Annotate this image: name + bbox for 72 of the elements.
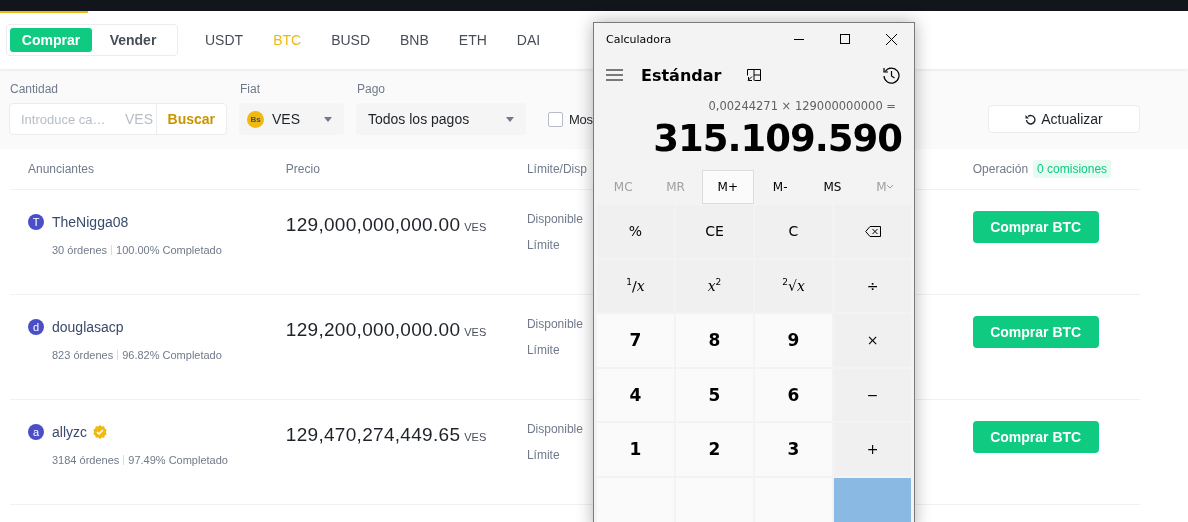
- avatar: T: [28, 214, 44, 230]
- maximize-icon: [840, 34, 850, 44]
- calculator-key[interactable]: 2: [676, 423, 753, 476]
- refresh-icon: [1025, 113, 1037, 125]
- price: 129,200,000,000.00: [285, 319, 461, 340]
- completion-rate: 97.49% Completado: [128, 454, 228, 466]
- fee-badge: 0 comisiones: [1033, 160, 1112, 178]
- order-count: 3184 órdenes: [52, 454, 120, 466]
- field-label: Cantidad: [9, 82, 60, 96]
- calculator-key[interactable]: 1: [597, 423, 674, 476]
- order-count: 30 órdenes: [52, 244, 108, 256]
- currency-label: VES: [464, 431, 487, 443]
- refresh-button[interactable]: Actualizar: [988, 105, 1140, 133]
- trade-type-tab[interactable]: Vender: [92, 28, 174, 52]
- price: 129,000,000,000.00: [285, 214, 461, 235]
- currency-label: VES: [464, 221, 487, 233]
- fiat-dropdown[interactable]: Bs VES: [239, 103, 344, 135]
- column-header: Operación: [972, 162, 1029, 176]
- avatar: a: [28, 424, 44, 440]
- history-icon: [882, 66, 900, 84]
- completion-rate: 96.82% Completado: [122, 349, 222, 361]
- checkbox-label: Mos: [569, 111, 593, 127]
- column-header: Anunciantes: [28, 162, 95, 176]
- advertiser-name[interactable]: allyzc: [52, 424, 87, 440]
- calculator-key[interactable]: 6: [755, 368, 832, 421]
- order-count: 823 órdenes: [52, 349, 114, 361]
- caret-icon: [324, 116, 332, 122]
- calculator-key[interactable]: 3: [755, 423, 832, 476]
- calculator-key[interactable]: 8: [676, 314, 753, 367]
- asset-tab[interactable]: DAI: [501, 11, 556, 69]
- limit-label: Límite: [526, 448, 560, 462]
- currency-label: VES: [125, 111, 154, 127]
- calculator-key[interactable]: 9: [755, 314, 832, 367]
- menu-icon: [606, 69, 623, 81]
- payment-dropdown[interactable]: Todos los pagos: [356, 103, 526, 135]
- limit-label: Límite: [526, 238, 560, 252]
- currency-label: VES: [464, 326, 487, 338]
- minimize-icon: [794, 38, 804, 40]
- memory-button[interactable]: M+: [701, 170, 754, 204]
- caret-icon: [506, 116, 514, 122]
- advertiser-name[interactable]: douglasacp: [52, 319, 124, 335]
- memory-button[interactable]: MS: [806, 170, 859, 204]
- price: 129,470,274,449.65: [285, 424, 461, 445]
- field-label: Fiat: [239, 82, 261, 96]
- window-title: Calculadora: [606, 32, 672, 46]
- avatar: d: [28, 319, 44, 335]
- asset-tab[interactable]: BNB: [385, 11, 444, 69]
- backspace-icon: [864, 225, 881, 237]
- calculator-key[interactable]: [834, 477, 911, 522]
- memory-button[interactable]: M-: [754, 170, 807, 204]
- advertiser-name[interactable]: TheNigga08: [52, 214, 129, 230]
- calculation-expression: 0,00244271 × 129000000000 =: [707, 99, 897, 113]
- calculator-mode-title: Estándar: [641, 65, 722, 85]
- asset-tab[interactable]: BUSD: [316, 11, 386, 69]
- available-label: Disponible: [526, 422, 583, 436]
- asset-tab[interactable]: USDT: [190, 11, 259, 69]
- calculator-key[interactable]: 7: [597, 314, 674, 367]
- available-label: Disponible: [526, 212, 583, 226]
- calculator-key[interactable]: 4: [597, 368, 674, 421]
- checkbox[interactable]: [548, 111, 563, 127]
- field-label: Pago: [356, 82, 387, 96]
- currency-icon: Bs: [247, 110, 264, 128]
- column-header: Precio: [285, 162, 320, 176]
- calculation-result: 315.109.590: [652, 117, 903, 160]
- limit-label: Límite: [526, 343, 560, 357]
- calculator-key[interactable]: 5: [676, 368, 753, 421]
- available-label: Disponible: [526, 317, 583, 331]
- close-icon: [885, 33, 897, 45]
- asset-tab[interactable]: ETH: [443, 11, 502, 69]
- completion-rate: 100.00% Completado: [116, 244, 222, 256]
- window-arrow-icon: [747, 69, 762, 81]
- column-header: Límite/Disp: [526, 162, 587, 176]
